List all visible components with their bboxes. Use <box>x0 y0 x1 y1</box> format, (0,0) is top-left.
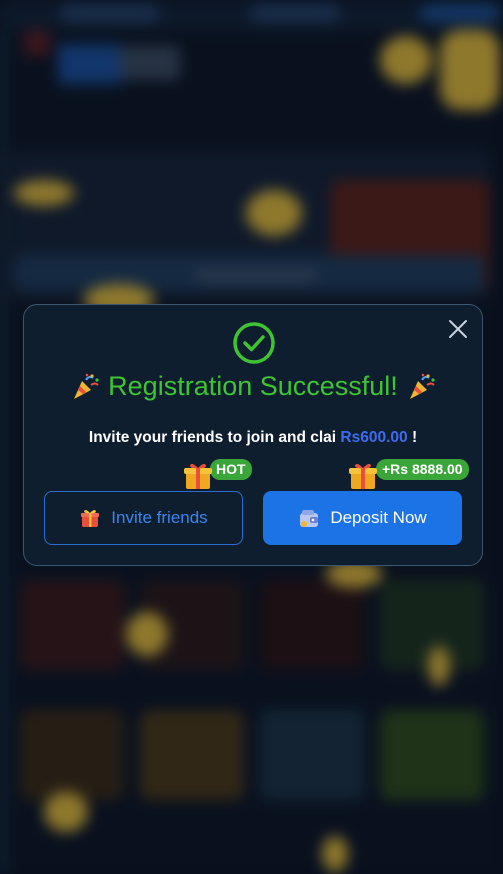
gift-icon <box>79 507 101 529</box>
gift-icon <box>347 459 379 491</box>
invite-friends-button[interactable]: Invite friends <box>44 491 243 545</box>
check-circle-icon <box>232 321 276 365</box>
invite-message-text: Invite your friends to join and clai <box>88 429 337 446</box>
close-icon[interactable] <box>446 317 470 341</box>
invite-friends-label: Invite friends <box>111 508 208 527</box>
deposit-bonus-badge: +Rs 8888.00 <box>376 459 469 480</box>
title-row: Registration Successful! <box>24 371 482 402</box>
registration-success-modal: Registration Successful! Invite your fri… <box>23 304 483 566</box>
wallet-icon <box>298 507 320 529</box>
party-popper-icon <box>406 372 436 402</box>
hot-badge: HOT <box>210 459 252 480</box>
deposit-now-label: Deposit Now <box>330 508 427 527</box>
party-popper-icon <box>70 372 100 402</box>
gift-icon <box>182 459 214 491</box>
invite-reward-amount: Rs600.00 <box>340 429 408 446</box>
deposit-now-button[interactable]: Deposit Now <box>263 491 462 545</box>
modal-title: Registration Successful! <box>108 371 398 401</box>
invite-message-suffix: ! <box>411 429 418 446</box>
invite-message: Invite your friends to join and clai Rs6… <box>24 429 482 447</box>
